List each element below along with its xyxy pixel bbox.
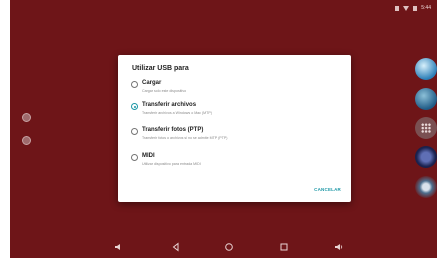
radio-button[interactable] — [131, 128, 138, 135]
option-label: Cargar — [142, 80, 162, 86]
cancel-button[interactable]: CANCELAR — [314, 187, 341, 192]
volume-down-icon[interactable] — [114, 242, 124, 252]
app-drawer-icon[interactable] — [415, 117, 437, 139]
option-label: Transferir fotos (PTP) — [142, 127, 204, 133]
status-time: 5:44 — [421, 5, 431, 11]
browser-app-icon[interactable] — [415, 58, 437, 80]
battery-icon — [413, 5, 418, 11]
usb-options-dialog: Utilizar USB para Cargar Cargar solo est… — [118, 55, 351, 202]
option-transferir-fotos[interactable]: Transferir fotos (PTP) Transferir fotos … — [131, 127, 341, 149]
wifi-icon — [403, 5, 410, 11]
camera-app-icon[interactable] — [415, 146, 437, 168]
gallery-app-icon[interactable] — [415, 88, 437, 110]
back-icon[interactable] — [171, 242, 181, 252]
option-description: Cargar solo este dispositivo — [142, 89, 187, 93]
home-screen: 5:44 Utilizar USB para Cargar Cargar sol… — [10, 0, 437, 258]
option-transferir-archivos[interactable]: Transferir archivos Transferir archivos … — [131, 102, 341, 124]
bluetooth-icon — [395, 5, 400, 11]
option-label: Transferir archivos — [142, 102, 197, 108]
camera-icon — [22, 113, 31, 122]
option-midi[interactable]: MIDI Utilizar dispositivo para entrada M… — [131, 153, 341, 175]
status-bar: 5:44 — [395, 3, 431, 13]
home-icon[interactable] — [224, 242, 234, 252]
dialog-title: Utilizar USB para — [132, 65, 189, 72]
option-description: Transferir archivos a Windows o Mac (MTP… — [142, 111, 212, 115]
navigation-bar — [10, 238, 437, 258]
option-description: Utilizar dispositivo para entrada MIDI — [142, 162, 201, 166]
option-label: MIDI — [142, 153, 155, 159]
radio-button[interactable] — [131, 81, 138, 88]
option-description: Transferir fotos o archivos si no se adm… — [142, 136, 228, 140]
settings-app-icon[interactable] — [415, 176, 437, 198]
sensor-icon — [22, 136, 31, 145]
radio-button-checked[interactable] — [131, 103, 138, 110]
option-cargar[interactable]: Cargar Cargar solo este dispositivo — [131, 80, 341, 102]
recents-icon[interactable] — [279, 242, 289, 252]
volume-up-icon[interactable] — [334, 242, 344, 252]
radio-button[interactable] — [131, 154, 138, 161]
